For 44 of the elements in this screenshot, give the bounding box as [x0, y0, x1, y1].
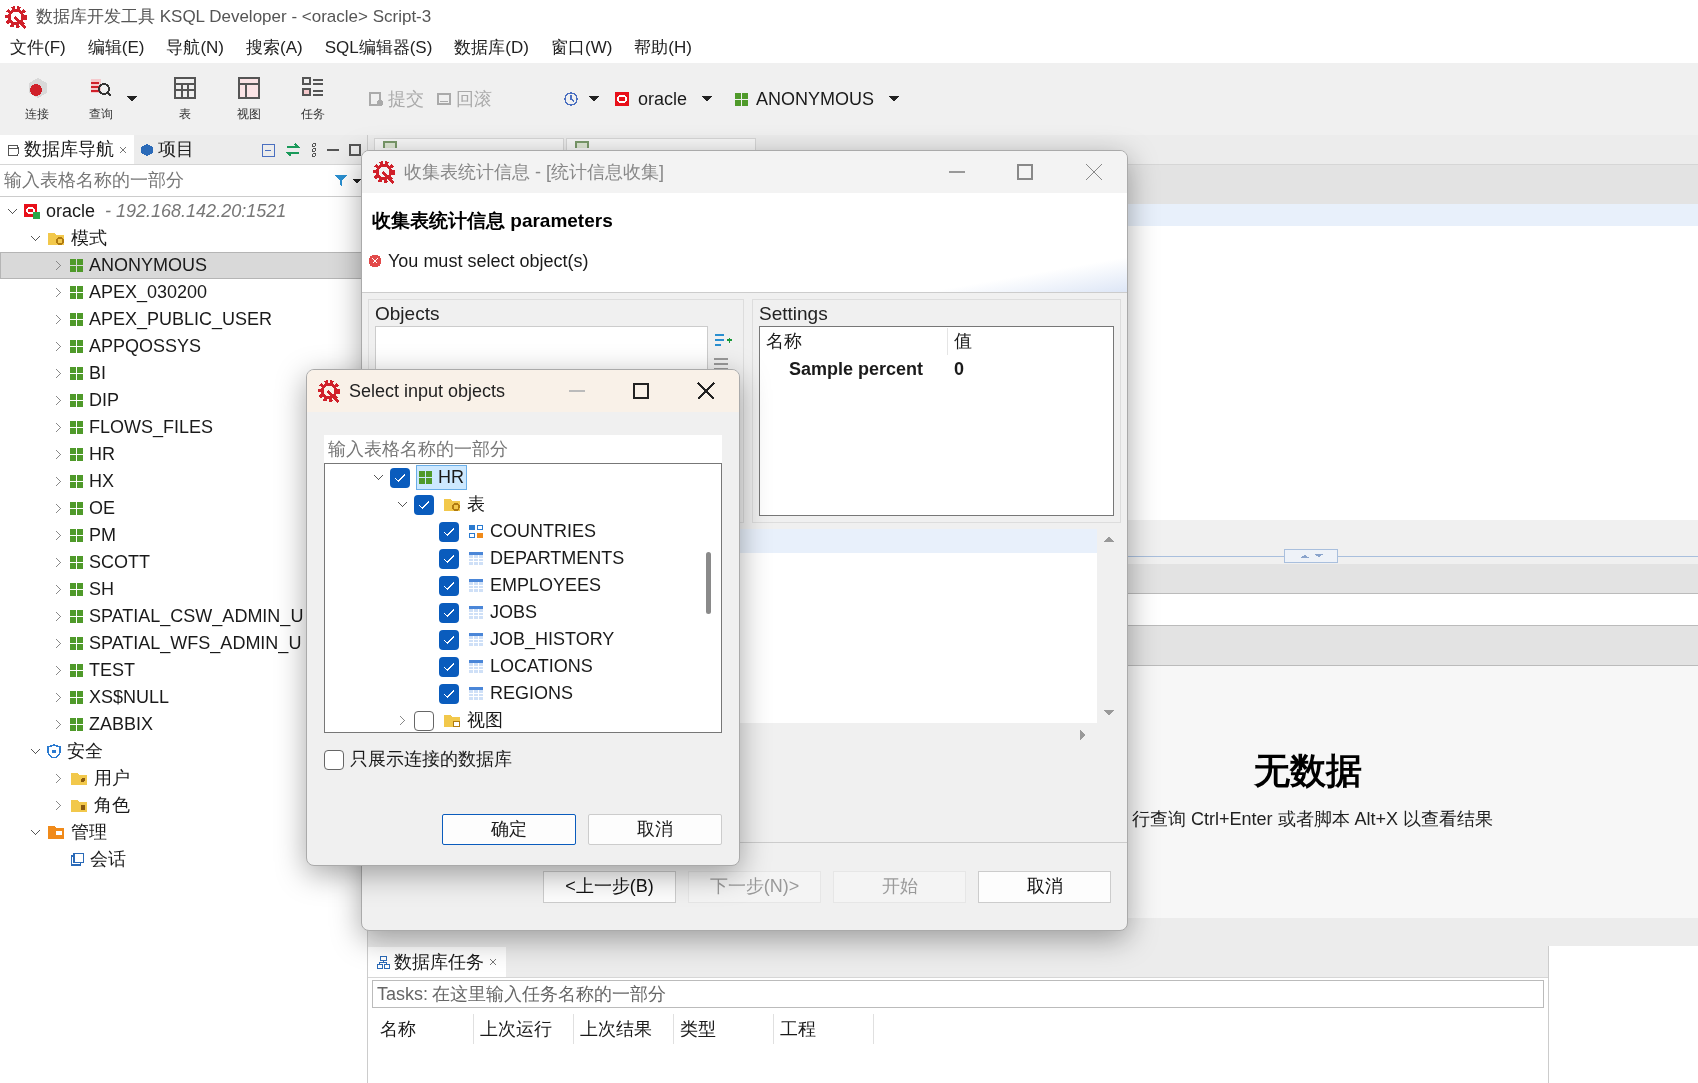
tree-label: oracle: [46, 200, 96, 223]
toolbar-label: 视图: [237, 106, 261, 123]
toolbar-label: 查询: [89, 106, 113, 123]
toolbar-label: 连接: [25, 106, 49, 123]
group-label: Objects: [375, 302, 441, 326]
table-cell-text: Sample percent: [788, 357, 925, 381]
tree-label: DIP: [89, 389, 119, 412]
dialog-title: 收集表统计信息 - [统计信息收集]: [404, 160, 664, 184]
tree-label: XS$NULL: [89, 686, 170, 709]
tree-label: HX: [89, 470, 114, 493]
empty-title: 无数据: [1254, 749, 1362, 793]
tree-label: 安全: [67, 740, 103, 763]
tree-label: SPATIAL_WFS_ADMIN_U: [89, 632, 302, 656]
tree-label: 模式: [71, 227, 107, 250]
error-message: You must select object(s): [388, 249, 589, 273]
toolbar-label: 任务: [301, 106, 325, 123]
checkbox-label: 只展示连接的数据库: [350, 748, 512, 771]
tree-label: 会话: [90, 848, 126, 871]
dialog-heading: 收集表统计信息 parameters: [372, 209, 614, 233]
tree-label: APEX_PUBLIC_USER: [89, 308, 273, 332]
tree-label: ZABBIX: [89, 713, 154, 736]
empty-hint: 行查询 Ctrl+Enter 或者脚本 Alt+X 以查看结果: [1132, 808, 1494, 831]
tree-label: BI: [89, 362, 106, 385]
tree-label: SPATIAL_CSW_ADMIN_U: [89, 605, 304, 629]
host-address: - 192.168.142.20:1521: [105, 200, 287, 223]
group-label: Settings: [759, 302, 829, 326]
toolbar-label: 表: [179, 106, 191, 123]
tree-label: SH: [89, 578, 114, 601]
tree-label: ANONYMOUS: [89, 254, 207, 277]
tree-label: TEST: [89, 659, 135, 682]
window-title: 数据库开发工具 KSQL Developer - <oracle> Script-3: [36, 5, 432, 28]
table-cell-text: 0: [953, 357, 965, 381]
tree-label: APPQOSSYS: [89, 335, 202, 358]
dialog-title: Select input objects: [349, 379, 506, 403]
tree-label: 角色: [94, 794, 130, 817]
tree-label: OE: [89, 497, 115, 520]
tree-label: APEX_030200: [89, 281, 208, 305]
filter-label: Tasks:: [377, 982, 428, 1006]
tree-label: SCOTT: [89, 551, 150, 574]
tree-label: 用户: [94, 767, 130, 790]
tree-label: HR: [89, 443, 115, 466]
tree-label: FLOWS_FILES: [89, 416, 214, 440]
tree-label: 管理: [71, 821, 107, 844]
tree-label: PM: [89, 524, 116, 547]
